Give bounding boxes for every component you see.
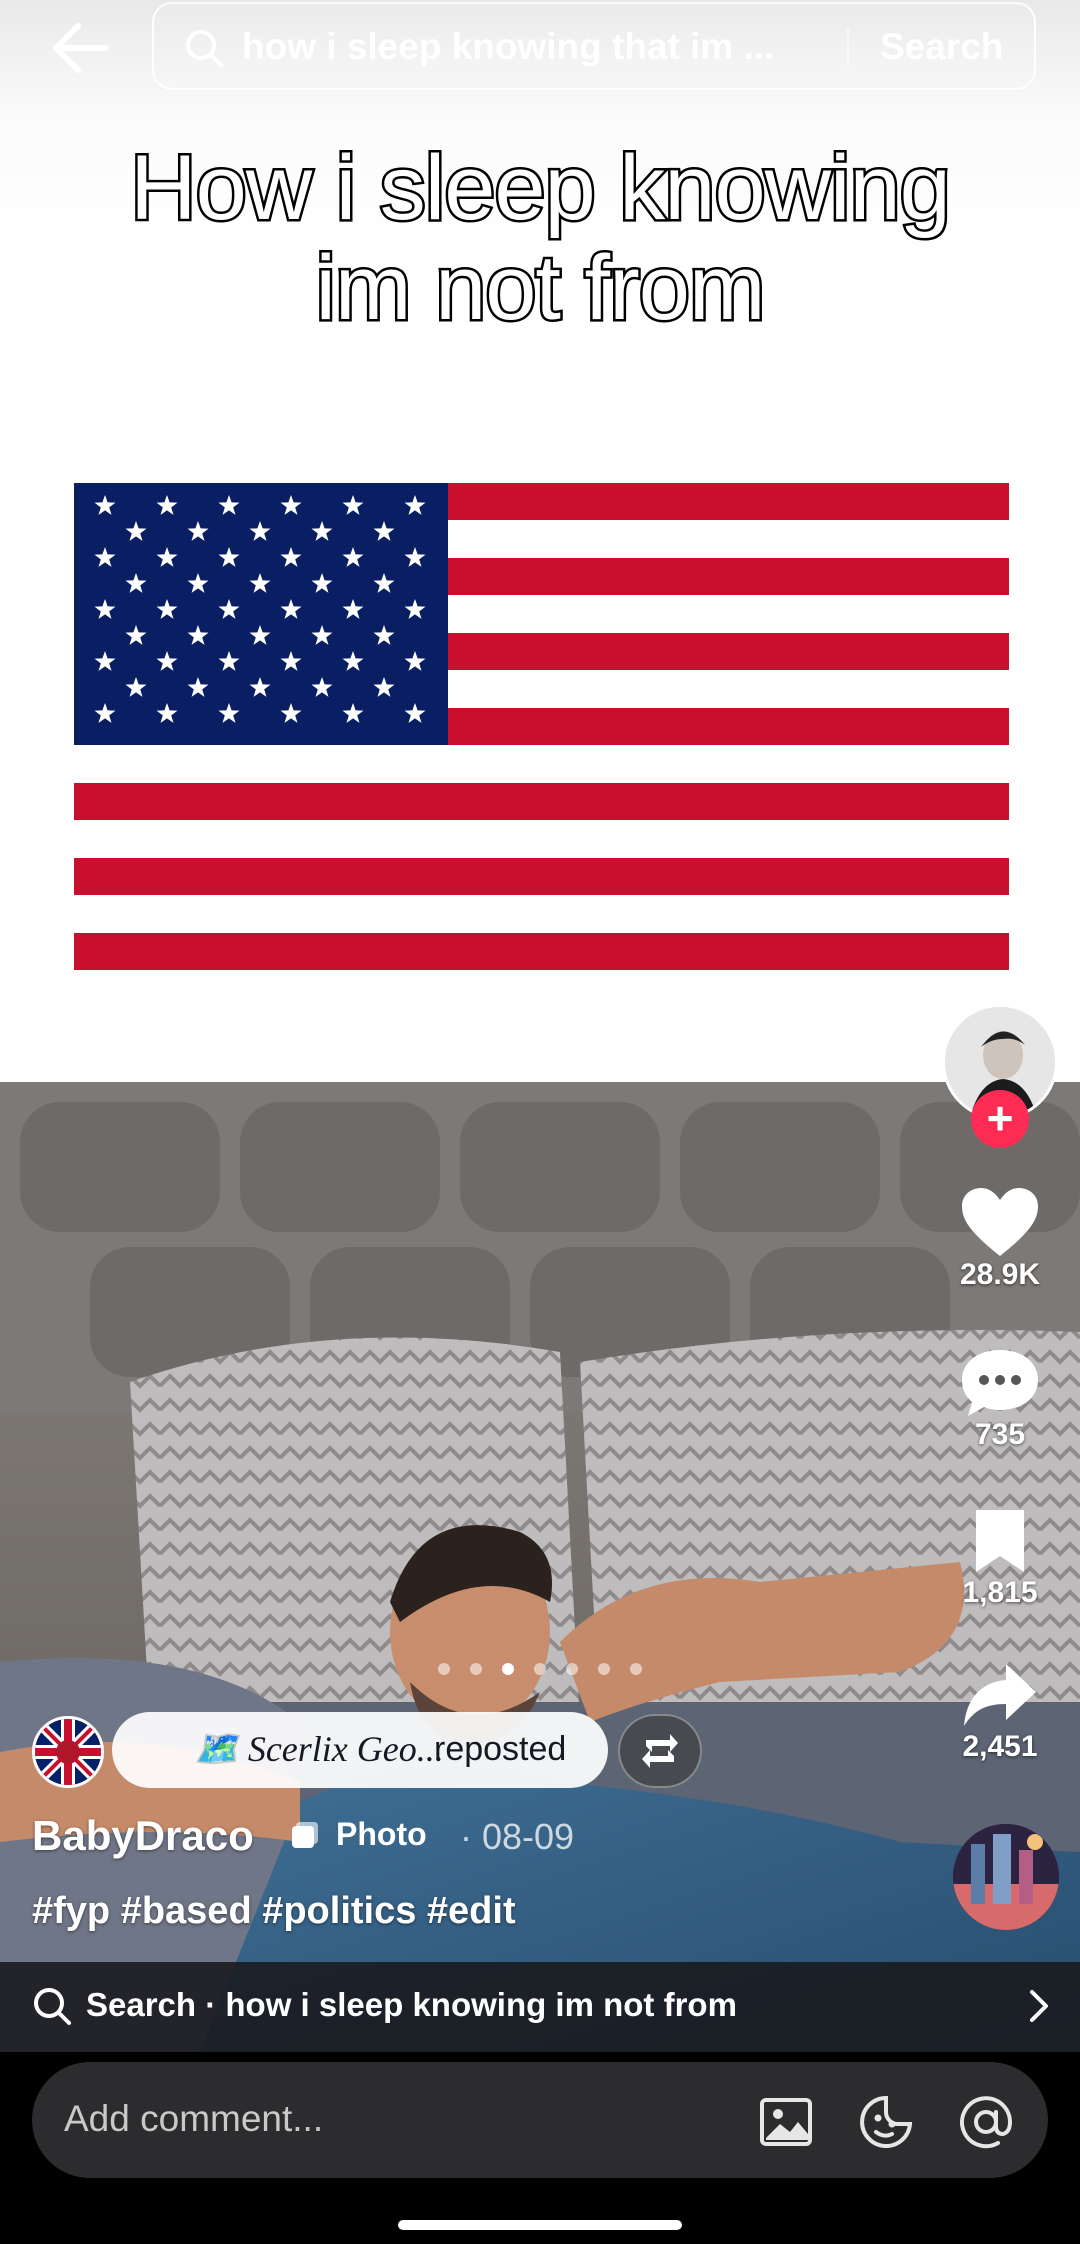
comment-bubble-icon xyxy=(962,1350,1038,1416)
like-count: 28.9K xyxy=(959,1258,1041,1291)
related-search-bar[interactable]: Search · how i sleep knowing im not from xyxy=(0,1962,1080,2052)
heart-icon xyxy=(962,1188,1038,1256)
search-query[interactable]: how i sleep knowing that im ... xyxy=(242,26,774,68)
sound-disc[interactable] xyxy=(953,1824,1059,1930)
search-bar[interactable]: how i sleep knowing that im ... Search xyxy=(152,2,1036,90)
post-hashtags[interactable]: #fyp #based #politics #edit xyxy=(32,1890,516,1933)
meme-caption: How i sleep knowing im not from xyxy=(40,136,1040,341)
post-date: · 08-09 xyxy=(460,1816,575,1857)
share-arrow-icon xyxy=(964,1664,1036,1726)
related-search-text: Search · how i sleep knowing im not from xyxy=(86,1986,737,2023)
comment-button[interactable]: 735 xyxy=(940,1346,1060,1452)
union-jack-avatar-image xyxy=(35,1719,101,1785)
back-arrow-icon[interactable] xyxy=(50,20,110,76)
comment-bar: Add comment... xyxy=(0,2052,1080,2244)
carousel-dot[interactable] xyxy=(598,1663,610,1675)
search-button[interactable]: Search xyxy=(880,26,1003,68)
like-button[interactable]: 28.9K xyxy=(940,1186,1060,1292)
share-count: 2,451 xyxy=(962,1730,1038,1763)
repost-icon xyxy=(642,1734,678,1768)
reposted-label: reposted xyxy=(434,1730,567,1768)
comment-placeholder: Add comment... xyxy=(64,2098,324,2139)
carousel-dot-active[interactable] xyxy=(502,1663,514,1675)
carousel-dot[interactable] xyxy=(470,1663,482,1675)
post-viewer: How i sleep knowing im not from how i sl… xyxy=(0,0,1080,2244)
meme-caption-line-1: How i sleep knowing xyxy=(128,136,954,241)
us-flag-image xyxy=(74,483,1009,970)
search-icon xyxy=(186,30,223,67)
emoji-sticker-icon[interactable] xyxy=(858,2094,914,2150)
reposter-avatar[interactable] xyxy=(32,1716,104,1788)
bookmark-icon xyxy=(976,1510,1024,1572)
save-count: 1,815 xyxy=(962,1576,1038,1609)
author-name[interactable]: BabyDraco xyxy=(32,1812,254,1860)
photo-stack-icon xyxy=(292,1822,318,1848)
comment-input[interactable]: Add comment... xyxy=(32,2062,1048,2178)
save-button[interactable]: 1,815 xyxy=(940,1506,1060,1610)
reposter-name: 🗺️ Scerlix Geo... xyxy=(194,1729,444,1769)
meme-caption-line-2: im not from xyxy=(313,236,768,341)
follow-plus-button[interactable]: + xyxy=(971,1090,1029,1148)
photo-type-label: Photo xyxy=(336,1816,427,1852)
repost-chip[interactable]: 🗺️ Scerlix Geo... reposted xyxy=(112,1712,608,1788)
share-button[interactable]: 2,451 xyxy=(940,1660,1060,1764)
image-icon[interactable] xyxy=(758,2094,814,2150)
search-divider xyxy=(847,28,849,68)
home-indicator xyxy=(398,2220,682,2230)
meme-image[interactable]: How i sleep knowing im not from xyxy=(0,0,1080,1082)
carousel-dot[interactable] xyxy=(566,1663,578,1675)
carousel-dot[interactable] xyxy=(534,1663,546,1675)
chevron-right-icon xyxy=(1030,1990,1048,2022)
top-bar: how i sleep knowing that im ... Search xyxy=(0,0,1080,96)
carousel-dot[interactable] xyxy=(438,1663,450,1675)
comment-count: 735 xyxy=(974,1418,1026,1451)
sound-cover-image xyxy=(953,1824,1059,1930)
search-icon xyxy=(34,1988,71,2025)
repost-button[interactable] xyxy=(618,1714,702,1788)
carousel-dot[interactable] xyxy=(630,1663,642,1675)
mention-at-icon[interactable] xyxy=(958,2094,1014,2150)
